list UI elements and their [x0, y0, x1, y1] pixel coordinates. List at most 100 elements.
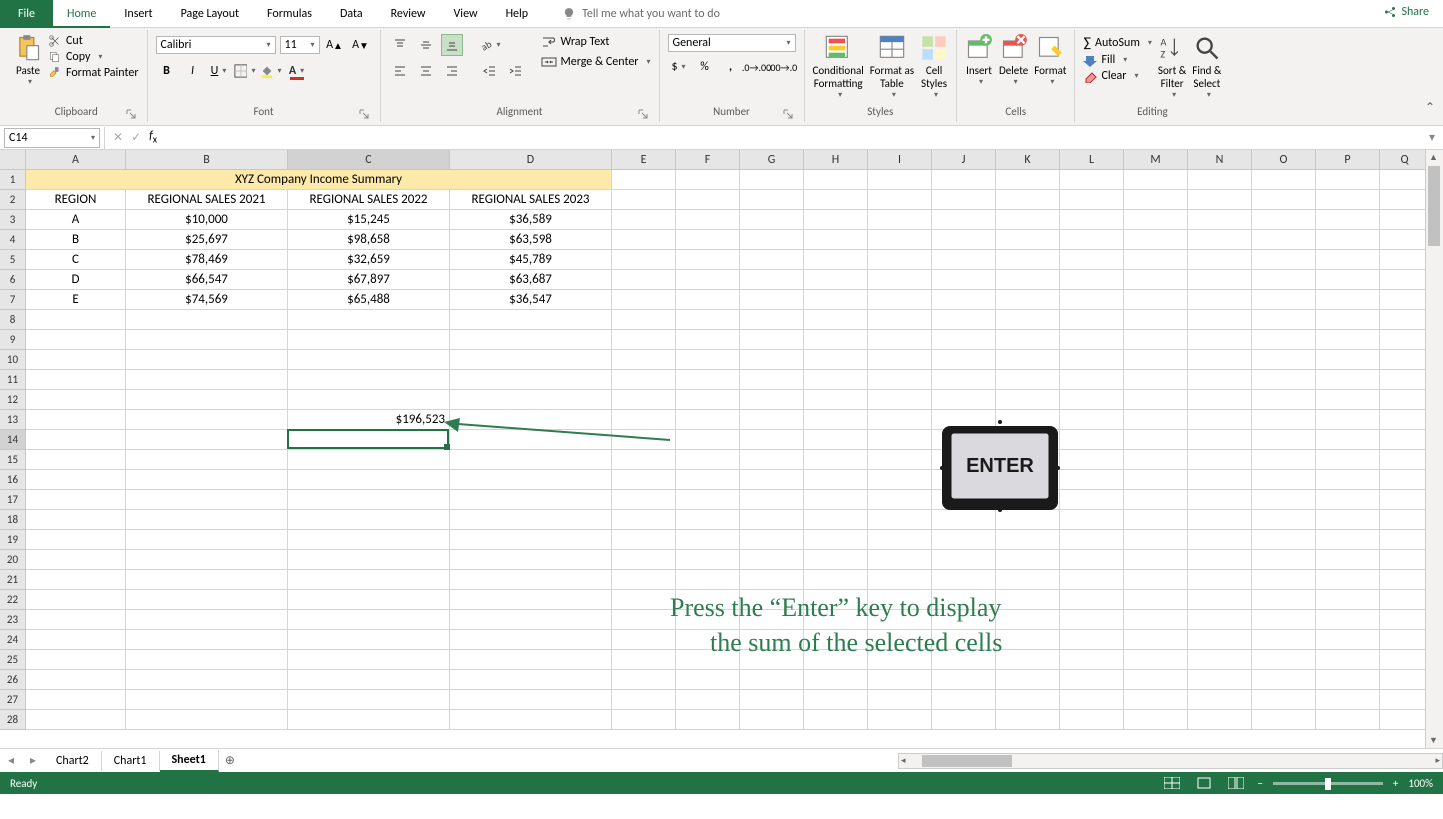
- row-header-10[interactable]: 10: [0, 350, 26, 370]
- cell-B5[interactable]: $78,469: [126, 250, 288, 270]
- row-header-16[interactable]: 16: [0, 470, 26, 490]
- column-header-A[interactable]: A: [26, 150, 126, 169]
- align-bottom-button[interactable]: [441, 34, 463, 56]
- cell-C13[interactable]: $196,523: [288, 410, 450, 430]
- row-header-2[interactable]: 2: [0, 190, 26, 210]
- dialog-launcher-icon[interactable]: [125, 108, 137, 120]
- formula-input[interactable]: [165, 131, 1421, 145]
- column-header-B[interactable]: B: [126, 150, 288, 169]
- column-header-P[interactable]: P: [1316, 150, 1380, 169]
- row-header-20[interactable]: 20: [0, 550, 26, 570]
- row-header-23[interactable]: 23: [0, 610, 26, 630]
- align-center-button[interactable]: [415, 60, 437, 82]
- italic-button[interactable]: I: [182, 60, 204, 82]
- tab-help[interactable]: Help: [492, 0, 543, 28]
- share-button[interactable]: Share: [1383, 5, 1429, 19]
- view-normal-button[interactable]: [1161, 775, 1183, 791]
- align-middle-button[interactable]: [415, 34, 437, 56]
- cell-D2[interactable]: REGIONAL SALES 2023: [450, 190, 612, 210]
- percent-button[interactable]: %: [694, 56, 716, 78]
- sort-filter-button[interactable]: AZSort & Filter▾: [1158, 34, 1186, 100]
- cell-D7[interactable]: $36,547: [450, 290, 612, 310]
- cell-C4[interactable]: $98,658: [288, 230, 450, 250]
- tab-home[interactable]: Home: [53, 0, 110, 28]
- conditional-formatting-button[interactable]: Conditional Formatting▾: [813, 34, 864, 100]
- cell-D4[interactable]: $63,598: [450, 230, 612, 250]
- row-header-12[interactable]: 12: [0, 390, 26, 410]
- row-header-5[interactable]: 5: [0, 250, 26, 270]
- expand-formula-bar-button[interactable]: ▾: [1429, 130, 1435, 145]
- insert-cells-button[interactable]: Insert▾: [965, 34, 993, 87]
- column-header-E[interactable]: E: [612, 150, 676, 169]
- sheet-nav-prev[interactable]: ◂: [0, 753, 22, 768]
- fill-button[interactable]: Fill▾: [1083, 53, 1151, 67]
- zoom-slider[interactable]: [1273, 782, 1383, 785]
- cell-B7[interactable]: $74,569: [126, 290, 288, 310]
- row-header-25[interactable]: 25: [0, 650, 26, 670]
- tab-view[interactable]: View: [440, 0, 492, 28]
- format-as-table-button[interactable]: Format as Table▾: [870, 34, 914, 100]
- cell-D5[interactable]: $45,789: [450, 250, 612, 270]
- tab-formulas[interactable]: Formulas: [253, 0, 326, 28]
- cell-D6[interactable]: $63,687: [450, 270, 612, 290]
- row-header-13[interactable]: 13: [0, 410, 26, 430]
- dialog-launcher-icon[interactable]: [637, 108, 649, 120]
- cell-D3[interactable]: $36,589: [450, 210, 612, 230]
- align-left-button[interactable]: [389, 60, 411, 82]
- sheet-tab-chart2[interactable]: Chart2: [44, 751, 102, 771]
- row-header-21[interactable]: 21: [0, 570, 26, 590]
- increase-font-button[interactable]: A▲: [324, 34, 346, 56]
- column-header-J[interactable]: J: [932, 150, 996, 169]
- find-select-button[interactable]: Find & Select▾: [1192, 34, 1221, 100]
- zoom-out-button[interactable]: −: [1257, 777, 1262, 790]
- font-size-combo[interactable]: 11▾: [280, 36, 320, 54]
- collapse-ribbon-button[interactable]: ⌃: [1425, 100, 1435, 115]
- column-header-H[interactable]: H: [804, 150, 868, 169]
- row-header-4[interactable]: 4: [0, 230, 26, 250]
- decrease-indent-button[interactable]: [479, 60, 501, 82]
- column-header-F[interactable]: F: [676, 150, 740, 169]
- decrease-decimal-button[interactable]: .00→.0: [772, 56, 794, 78]
- cell-A4[interactable]: B: [26, 230, 126, 250]
- vertical-scrollbar[interactable]: ▲ ▼: [1425, 150, 1443, 748]
- bold-button[interactable]: B: [156, 60, 178, 82]
- cell-A2[interactable]: REGION: [26, 190, 126, 210]
- tab-data[interactable]: Data: [326, 0, 377, 28]
- cell-B2[interactable]: REGIONAL SALES 2021: [126, 190, 288, 210]
- tab-page-layout[interactable]: Page Layout: [167, 0, 253, 28]
- tell-me-search[interactable]: Tell me what you want to do: [562, 7, 720, 21]
- cell-A5[interactable]: C: [26, 250, 126, 270]
- cell-C3[interactable]: $15,245: [288, 210, 450, 230]
- view-page-layout-button[interactable]: [1193, 775, 1215, 791]
- orientation-button[interactable]: ab▾: [479, 34, 501, 56]
- cell-B3[interactable]: $10,000: [126, 210, 288, 230]
- row-header-9[interactable]: 9: [0, 330, 26, 350]
- cell-A1[interactable]: XYZ Company Income Summary: [26, 170, 612, 190]
- fx-icon[interactable]: fx: [149, 129, 157, 145]
- copy-button[interactable]: Copy▾: [48, 50, 139, 64]
- row-header-7[interactable]: 7: [0, 290, 26, 310]
- add-sheet-button[interactable]: ⊕: [219, 753, 241, 768]
- borders-button[interactable]: ▾: [234, 60, 256, 82]
- column-header-O[interactable]: O: [1252, 150, 1316, 169]
- row-header-22[interactable]: 22: [0, 590, 26, 610]
- column-header-N[interactable]: N: [1188, 150, 1252, 169]
- row-header-3[interactable]: 3: [0, 210, 26, 230]
- wrap-text-button[interactable]: Wrap Text: [541, 34, 651, 50]
- tab-review[interactable]: Review: [377, 0, 440, 28]
- cancel-formula-button[interactable]: ✕: [113, 130, 123, 145]
- cell-C5[interactable]: $32,659: [288, 250, 450, 270]
- row-header-17[interactable]: 17: [0, 490, 26, 510]
- increase-indent-button[interactable]: [505, 60, 527, 82]
- select-all-corner[interactable]: [0, 150, 26, 169]
- cell-B4[interactable]: $25,697: [126, 230, 288, 250]
- column-header-M[interactable]: M: [1124, 150, 1188, 169]
- row-header-8[interactable]: 8: [0, 310, 26, 330]
- fill-color-button[interactable]: ▾: [260, 60, 282, 82]
- zoom-in-button[interactable]: +: [1393, 777, 1398, 790]
- accounting-format-button[interactable]: $▾: [668, 56, 690, 78]
- cell-A3[interactable]: A: [26, 210, 126, 230]
- column-header-C[interactable]: C: [288, 150, 450, 169]
- row-header-26[interactable]: 26: [0, 670, 26, 690]
- cell-styles-button[interactable]: Cell Styles▾: [920, 34, 948, 100]
